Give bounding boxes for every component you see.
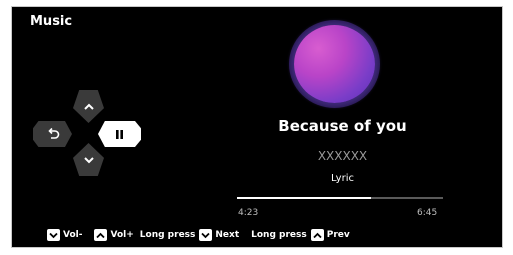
music-player-screen: Music Because of you XXXXXX Lyric 4:23 6…: [11, 6, 503, 248]
hint-label: Prev: [326, 230, 350, 240]
artist-name: XXXXXX: [317, 149, 368, 163]
hint-vol-down: Vol-: [47, 229, 82, 241]
down-button[interactable]: [73, 143, 104, 176]
chevron-up-key-icon: [94, 229, 108, 241]
chevron-down-key-icon: [199, 229, 213, 241]
key-hints-bar: Vol- Vol+ Long press Next Long press Pre…: [47, 229, 356, 241]
chevron-down-key-icon: [47, 229, 60, 241]
album-art: [294, 25, 375, 103]
back-button[interactable]: [33, 121, 72, 147]
chevron-up-key-icon: [310, 229, 324, 241]
hint-next: Long press Next: [140, 229, 239, 241]
hint-label: Vol-: [63, 230, 83, 240]
hint-vol-up: Vol+: [94, 229, 134, 241]
elapsed-time: 4:23: [238, 208, 259, 218]
total-time: 6:45: [417, 208, 438, 218]
chevron-down-icon: [83, 156, 94, 163]
app-title: Music: [30, 14, 73, 29]
hint-prefix: Long press: [139, 230, 196, 240]
back-arrow-icon: [47, 127, 59, 139]
hint-label: Vol+: [110, 230, 134, 240]
progress-bar[interactable]: [237, 197, 443, 199]
chevron-up-icon: [83, 103, 94, 110]
pause-icon: [116, 129, 123, 139]
hint-label: Next: [215, 230, 240, 240]
hint-prev: Long press Prev: [251, 229, 350, 241]
hint-prefix: Long press: [251, 230, 307, 240]
up-button[interactable]: [73, 90, 104, 123]
song-title: Because of you: [278, 117, 407, 135]
lyric-button[interactable]: Lyric: [240, 173, 445, 184]
play-pause-button[interactable]: [98, 121, 141, 147]
progress-fill: [237, 197, 371, 199]
